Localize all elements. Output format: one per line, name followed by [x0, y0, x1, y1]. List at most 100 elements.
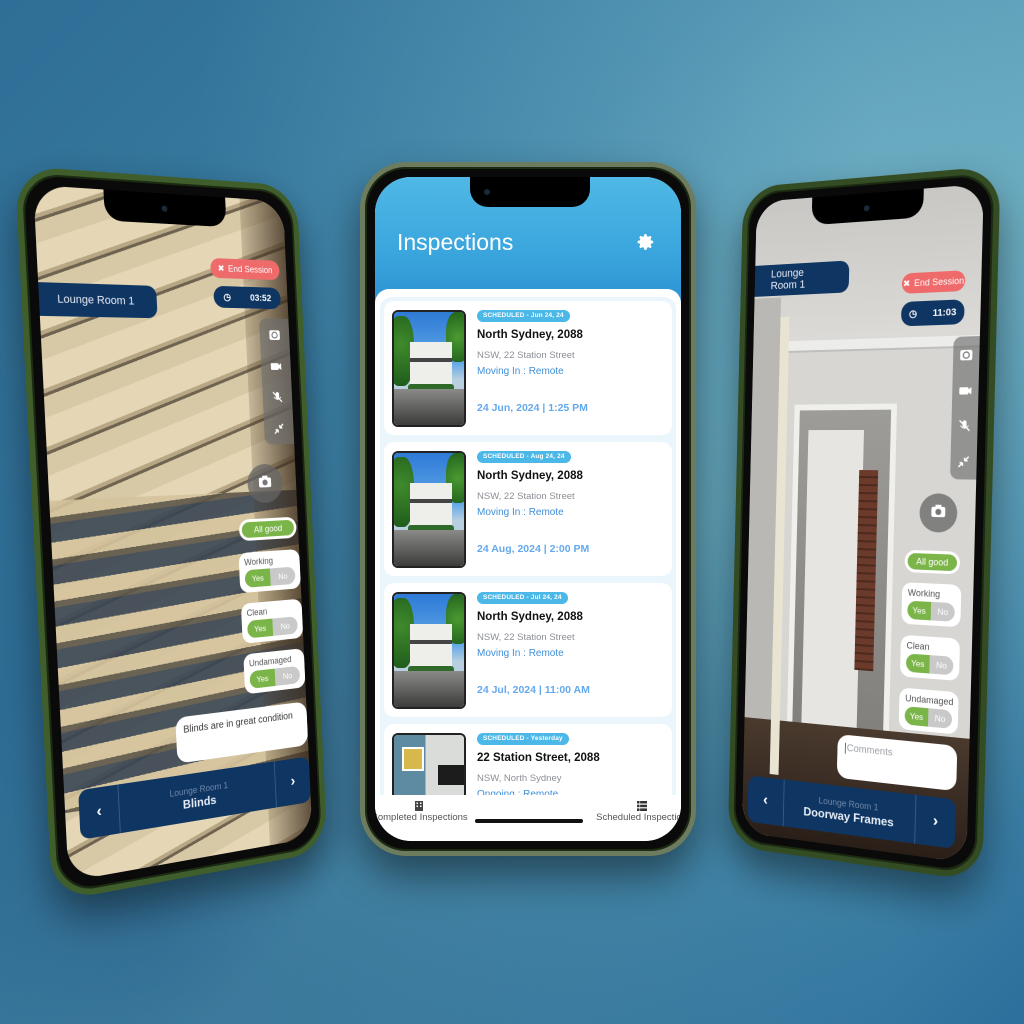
- end-session-button[interactable]: ✖ End Session: [210, 257, 280, 281]
- check-undamaged: Undamaged Yes No: [243, 648, 306, 695]
- close-icon: ✖: [217, 262, 225, 273]
- inspections-list: SCHEDULED - Jun 24, 24 North Sydney, 208…: [375, 289, 681, 809]
- room-label-text: Lounge Room 1: [770, 267, 806, 293]
- all-good-button[interactable]: All good: [238, 516, 297, 542]
- inspections-scroll[interactable]: SCHEDULED - Jun 24, 24 North Sydney, 208…: [380, 297, 676, 809]
- inspection-datetime: 24 Aug, 2024 | 2:00 PM: [477, 543, 590, 555]
- no-option[interactable]: No: [269, 566, 296, 586]
- gear-icon[interactable]: [637, 233, 655, 251]
- timer-value: 11:03: [932, 306, 957, 319]
- chevron-left-icon: ‹: [96, 802, 103, 821]
- end-session-label: End Session: [913, 275, 965, 289]
- yes-no-toggle[interactable]: Yes No: [907, 600, 955, 622]
- mic-off-icon[interactable]: [957, 419, 971, 434]
- inspection-type: Moving In : Remote: [477, 366, 564, 377]
- check-clean: Clean Yes No: [240, 598, 304, 644]
- yes-option[interactable]: Yes: [249, 668, 276, 689]
- session-timer: ◷ 03:52: [213, 285, 282, 310]
- inspection-datetime: 24 Jul, 2024 | 11:00 AM: [477, 684, 590, 696]
- inspection-title: North Sydney, 2088: [477, 611, 583, 623]
- yes-no-toggle[interactable]: Yes No: [244, 566, 296, 588]
- no-option[interactable]: No: [930, 601, 955, 622]
- camera-icon: [258, 473, 273, 494]
- video-icon[interactable]: [958, 383, 972, 398]
- camera-switch-icon[interactable]: [959, 347, 973, 362]
- bottom-tab-bar: Completed Inspections Scheduled Inspecti…: [375, 795, 681, 841]
- camera-switch-icon[interactable]: [268, 328, 281, 342]
- inspection-address: NSW, 22 Station Street: [477, 632, 575, 643]
- yes-no-toggle[interactable]: Yes No: [249, 665, 301, 689]
- previous-item-button[interactable]: ‹: [78, 785, 120, 840]
- yes-option[interactable]: Yes: [905, 653, 930, 674]
- timer-value: 03:52: [249, 292, 272, 304]
- front-camera: [863, 205, 870, 212]
- status-badge: SCHEDULED - Jun 24, 24: [477, 310, 570, 322]
- end-session-button[interactable]: ✖ End Session: [901, 270, 966, 294]
- inspection-datetime: 24 Jun, 2024 | 1:25 PM: [477, 402, 588, 414]
- comments-placeholder: Comments: [846, 743, 893, 759]
- check-label: Undamaged: [905, 693, 954, 708]
- no-option[interactable]: No: [272, 616, 298, 636]
- yes-option[interactable]: Yes: [907, 600, 932, 621]
- check-label: Working: [907, 587, 941, 600]
- all-good-button[interactable]: All good: [904, 549, 961, 575]
- status-badge: SCHEDULED - Jul 24, 24: [477, 592, 568, 604]
- house-thumbnail: [392, 310, 466, 427]
- inspection-title: 22 Station Street, 2088: [477, 752, 600, 764]
- notch: [470, 177, 590, 207]
- check-undamaged: Undamaged Yes No: [898, 687, 959, 735]
- tab-completed-inspections[interactable]: Completed Inspections: [375, 801, 468, 823]
- inspection-card[interactable]: SCHEDULED - Jul 24, 24 North Sydney, 208…: [384, 583, 672, 717]
- no-option[interactable]: No: [929, 655, 954, 676]
- inspection-address: NSW, North Sydney: [477, 773, 562, 784]
- minimize-icon[interactable]: [273, 422, 286, 436]
- yes-no-toggle[interactable]: Yes No: [247, 616, 298, 639]
- home-indicator: [475, 819, 583, 823]
- building-icon: [414, 801, 424, 811]
- mic-off-icon[interactable]: [271, 390, 284, 404]
- next-item-button[interactable]: ›: [275, 756, 311, 807]
- yes-option[interactable]: Yes: [904, 706, 929, 727]
- no-option[interactable]: No: [274, 665, 301, 686]
- inspection-card[interactable]: SCHEDULED - Aug 24, 24 North Sydney, 208…: [384, 442, 672, 576]
- check-label: Clean: [246, 606, 268, 618]
- previous-item-button[interactable]: ‹: [747, 775, 783, 826]
- check-clean: Clean Yes No: [899, 634, 961, 681]
- hallway-wall: [801, 429, 865, 730]
- inspection-card[interactable]: SCHEDULED - Jun 24, 24 North Sydney, 208…: [384, 301, 672, 435]
- tab-label: Completed Inspections: [375, 812, 468, 823]
- left-screen: Lounge Room 1 ✖ End Session ◷ 03:52 All …: [33, 184, 313, 882]
- center-screen: Inspections SCHEDULED - Jun 24, 24 North…: [375, 177, 681, 841]
- phone-right-live-inspection: Lounge Room 1 ✖ End Session ◷ 11:03 All …: [727, 165, 1001, 882]
- inspection-title: North Sydney, 2088: [477, 470, 583, 482]
- camera-controls-rail: [950, 336, 980, 480]
- phone-left-live-inspection: Lounge Room 1 ✖ End Session ◷ 03:52 All …: [14, 165, 328, 903]
- inspection-type: Moving In : Remote: [477, 507, 564, 518]
- clock-icon: ◷: [223, 291, 232, 303]
- clock-icon: ◷: [908, 307, 918, 320]
- next-item-button[interactable]: ›: [915, 795, 956, 849]
- no-option[interactable]: No: [927, 708, 953, 729]
- minimize-icon[interactable]: [956, 454, 970, 469]
- check-working: Working Yes No: [238, 549, 301, 594]
- chevron-left-icon: ‹: [762, 791, 769, 809]
- yes-option[interactable]: Yes: [244, 568, 271, 588]
- inspection-title: North Sydney, 2088: [477, 329, 583, 341]
- tab-scheduled-inspections[interactable]: Scheduled Inspection: [596, 801, 681, 823]
- yes-no-toggle[interactable]: Yes No: [904, 706, 953, 729]
- all-good-label: All good: [907, 552, 958, 572]
- check-label: Working: [243, 555, 274, 568]
- yes-option[interactable]: Yes: [247, 618, 274, 639]
- inspection-address: NSW, 22 Station Street: [477, 491, 575, 502]
- status-badge: SCHEDULED - Yesterday: [477, 733, 569, 745]
- front-camera: [484, 189, 490, 195]
- inspection-address: NSW, 22 Station Street: [477, 350, 575, 361]
- chevron-right-icon: ›: [932, 812, 939, 831]
- yes-no-toggle[interactable]: Yes No: [905, 653, 954, 676]
- tab-label: Scheduled Inspection: [596, 812, 681, 823]
- check-working: Working Yes No: [901, 582, 962, 628]
- video-icon[interactable]: [270, 359, 283, 373]
- phone-center-inspections-list: Inspections SCHEDULED - Jun 24, 24 North…: [360, 162, 696, 856]
- front-camera: [161, 205, 168, 212]
- list-icon: [636, 801, 647, 811]
